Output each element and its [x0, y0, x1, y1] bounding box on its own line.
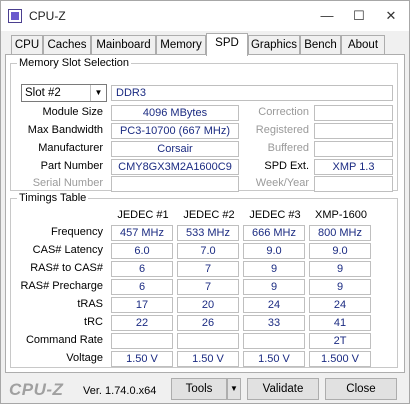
timing-cell: 457 MHz — [111, 225, 173, 241]
cpuz-app-icon — [8, 9, 22, 23]
window-title: CPU-Z — [29, 9, 66, 23]
timing-row-label: Voltage — [66, 352, 103, 364]
timing-cell: 24 — [309, 297, 371, 313]
timing-cell: 7.0 — [177, 243, 239, 259]
tab-caches[interactable]: Caches — [43, 35, 91, 55]
minimize-button[interactable]: — — [313, 5, 341, 27]
timing-cell: 6 — [111, 261, 173, 277]
tab-spd[interactable]: SPD — [206, 33, 248, 56]
timing-row-label: CAS# Latency — [32, 244, 103, 256]
tab-mainboard[interactable]: Mainboard — [91, 35, 156, 55]
timing-cell: 24 — [243, 297, 305, 313]
timing-cell: 9 — [309, 279, 371, 295]
timing-row-label: RAS# to CAS# — [30, 262, 103, 274]
timing-cell: 6.0 — [111, 243, 173, 259]
tab-bar: CPU Caches Mainboard Memory SPD Graphics… — [5, 33, 405, 56]
manufacturer-label: Manufacturer — [38, 142, 103, 154]
timing-row-label: RAS# Precharge — [20, 280, 103, 292]
column-header: JEDEC #1 — [117, 209, 169, 221]
timings-group: Timings Table JEDEC #1 JEDEC #2 JEDEC #3… — [10, 192, 398, 368]
spd-panel: Memory Slot Selection Slot #2 ▼ DDR3 Mod… — [5, 54, 405, 373]
timing-cell: 9.0 — [309, 243, 371, 259]
timing-cell: 33 — [243, 315, 305, 331]
validate-button[interactable]: Validate — [247, 378, 319, 400]
timing-cell — [243, 333, 305, 349]
week-year-value — [314, 176, 393, 192]
cpuz-logo: CPU-Z — [9, 380, 64, 399]
version-label: Ver. 1.74.0.x64 — [83, 385, 157, 397]
timing-cell: 800 MHz — [309, 225, 371, 241]
timing-cell: 1.500 V — [309, 351, 371, 367]
footer-bar: CPU-Z Ver. 1.74.0.x64 Tools ▼ Validate C… — [1, 375, 409, 403]
week-year-label: Week/Year — [255, 177, 309, 189]
timing-cell: 7 — [177, 261, 239, 277]
maximize-button[interactable]: ☐ — [345, 5, 373, 27]
timing-cell: 22 — [111, 315, 173, 331]
serial-number-value — [111, 176, 239, 192]
correction-value — [314, 105, 393, 121]
timing-row-label: tRC — [84, 316, 103, 328]
timing-cell: 20 — [177, 297, 239, 313]
column-header: JEDEC #2 — [183, 209, 235, 221]
registered-value — [314, 123, 393, 139]
tab-memory[interactable]: Memory — [156, 35, 206, 55]
memory-slot-group: Memory Slot Selection Slot #2 ▼ DDR3 Mod… — [10, 57, 398, 192]
timing-cell: 9 — [243, 279, 305, 295]
tab-about[interactable]: About — [341, 35, 385, 55]
timing-cell: 6 — [111, 279, 173, 295]
tab-cpu[interactable]: CPU — [11, 35, 43, 55]
spd-ext-value: XMP 1.3 — [314, 159, 393, 175]
timing-cell: 9.0 — [243, 243, 305, 259]
title-bar: CPU-Z — ☐ ✕ — [1, 1, 409, 31]
timing-row-label: tRAS — [77, 298, 103, 310]
chevron-down-icon[interactable]: ▼ — [90, 85, 106, 101]
manufacturer-value: Corsair — [111, 141, 239, 157]
close-window-button[interactable]: ✕ — [377, 5, 405, 27]
serial-number-label: Serial Number — [32, 177, 103, 189]
tools-dropdown-icon[interactable]: ▼ — [227, 378, 241, 400]
max-bandwidth-value: PC3-10700 (667 MHz) — [111, 123, 239, 139]
timing-cell — [177, 333, 239, 349]
close-button[interactable]: Close — [325, 378, 397, 400]
timing-cell: 17 — [111, 297, 173, 313]
timing-cell: 533 MHz — [177, 225, 239, 241]
part-number-label: Part Number — [40, 160, 103, 172]
max-bandwidth-label: Max Bandwidth — [27, 124, 103, 136]
timing-cell: 41 — [309, 315, 371, 331]
column-header: XMP-1600 — [315, 209, 367, 221]
memory-slot-group-title: Memory Slot Selection — [17, 57, 132, 69]
buffered-label: Buffered — [267, 142, 309, 154]
timing-cell: 2T — [309, 333, 371, 349]
timing-cell: 1.50 V — [243, 351, 305, 367]
module-size-value: 4096 MBytes — [111, 105, 239, 121]
timing-cell: 26 — [177, 315, 239, 331]
correction-label: Correction — [258, 106, 309, 118]
buffered-value — [314, 141, 393, 157]
timing-cell: 1.50 V — [177, 351, 239, 367]
memory-type-field: DDR3 — [111, 85, 393, 101]
spd-ext-label: SPD Ext. — [264, 160, 309, 172]
timing-cell: 666 MHz — [243, 225, 305, 241]
column-header: JEDEC #3 — [249, 209, 301, 221]
module-size-label: Module Size — [42, 106, 103, 118]
timings-group-title: Timings Table — [17, 192, 89, 204]
timing-cell: 7 — [177, 279, 239, 295]
tab-bench[interactable]: Bench — [300, 35, 341, 55]
timing-cell: 1.50 V — [111, 351, 173, 367]
tools-button[interactable]: Tools — [171, 378, 227, 400]
registered-label: Registered — [255, 124, 309, 136]
timing-row-label: Frequency — [51, 226, 103, 238]
cpuz-window: CPU-Z — ☐ ✕ CPU Caches Mainboard Memory … — [0, 0, 410, 404]
timing-cell: 9 — [309, 261, 371, 277]
slot-select-value: Slot #2 — [25, 87, 61, 99]
part-number-value: CMY8GX3M2A1600C9 — [111, 159, 239, 175]
slot-select[interactable]: Slot #2 ▼ — [21, 84, 107, 102]
timing-row-label: Command Rate — [25, 334, 103, 346]
timing-cell — [111, 333, 173, 349]
tab-graphics[interactable]: Graphics — [248, 35, 300, 55]
timing-cell: 9 — [243, 261, 305, 277]
